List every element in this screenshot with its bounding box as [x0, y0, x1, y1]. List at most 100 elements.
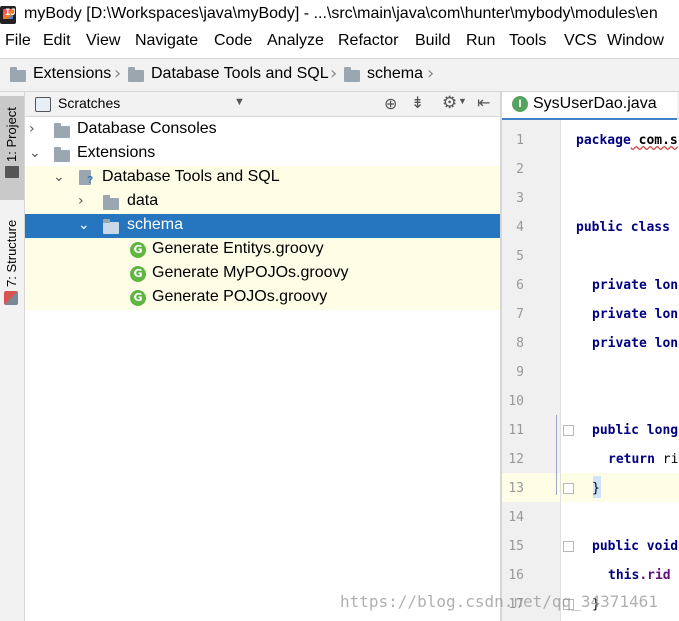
code-line: private lon [592, 307, 678, 322]
chevron-down-icon[interactable]: ▼ [234, 96, 245, 108]
tree-item-label: Database Tools and SQL [102, 168, 280, 185]
line-number: 11 [508, 423, 524, 438]
view-selector-label[interactable]: Scratches [58, 95, 120, 111]
project-tree: › Database Consoles ⌄ Extensions ⌄ ? Dat… [25, 117, 500, 621]
menu-navigate[interactable]: Navigate [135, 32, 198, 50]
menu-bar: File Edit View Navigate Code Analyze Ref… [0, 30, 679, 56]
breadcrumb-separator-icon: › [330, 63, 338, 84]
intellij-app-icon: IJ [0, 6, 16, 24]
tree-item-generate-pojos[interactable]: G Generate POJOs.groovy [25, 286, 500, 310]
tree-item-label: Generate POJOs.groovy [152, 288, 328, 305]
chevron-down-icon[interactable]: ⌄ [78, 217, 90, 233]
editor-tab-label: SysUserDao.java [533, 95, 657, 112]
chevron-right-icon[interactable]: › [29, 121, 35, 137]
menu-window[interactable]: Window [607, 32, 664, 50]
folder-icon [10, 67, 26, 82]
code-line: private lon [592, 336, 678, 351]
breadcrumb-database-tools[interactable]: Database Tools and SQL [151, 65, 329, 83]
code-keyword: package [576, 133, 631, 148]
gear-icon[interactable]: ⚙ [442, 93, 457, 113]
chevron-down-icon[interactable]: ⌄ [29, 145, 41, 161]
locate-icon[interactable]: ⊕ [384, 94, 397, 114]
menu-view[interactable]: View [86, 32, 120, 50]
tree-item-generate-mypojos[interactable]: G Generate MyPOJOs.groovy [25, 262, 500, 286]
tree-item-extensions[interactable]: ⌄ Extensions [25, 142, 500, 166]
code-text: ri [654, 452, 679, 467]
line-number: 16 [508, 568, 524, 583]
tree-item-label: Extensions [77, 144, 156, 161]
code-keyword: private lon [592, 278, 679, 293]
folder-icon [344, 67, 360, 82]
menu-analyze[interactable]: Analyze [267, 32, 324, 50]
structure-tab-label: 7: Structure [4, 219, 19, 287]
tree-item-generate-entitys[interactable]: G Generate Entitys.groovy [25, 238, 500, 262]
fold-marker-icon[interactable] [563, 425, 574, 436]
interface-file-icon: I [512, 96, 528, 112]
title-bar: IJ myBody [D:\Workspaces\java\myBody] - … [0, 0, 679, 30]
code-keyword: public class [576, 220, 670, 235]
menu-build[interactable]: Build [415, 32, 451, 50]
menu-edit[interactable]: Edit [43, 32, 71, 50]
line-number: 7 [516, 307, 524, 322]
line-number: 9 [516, 365, 524, 380]
line-number: 10 [508, 394, 524, 409]
collapse-all-icon[interactable]: ⇟ [411, 93, 424, 113]
line-number: 13 [508, 481, 524, 496]
breadcrumb-separator-icon: › [427, 63, 435, 84]
menu-code[interactable]: Code [214, 32, 252, 50]
window-title: myBody [D:\Workspaces\java\myBody] - ...… [24, 5, 658, 22]
line-number: 3 [516, 191, 524, 206]
project-tab-label: 1: Project [4, 107, 19, 162]
code-line: private lon [592, 278, 678, 293]
folder-icon [128, 67, 144, 82]
menu-vcs[interactable]: VCS [564, 32, 597, 50]
menu-tools[interactable]: Tools [509, 32, 546, 50]
line-number: 8 [516, 336, 524, 351]
project-panel-header: Scratches ▼ ⊕ ⇟ ⚙ ▼ ⇤ [25, 92, 500, 117]
groovy-file-icon: G [130, 266, 146, 282]
menu-run[interactable]: Run [466, 32, 495, 50]
code-keyword: public long [592, 423, 679, 438]
folder-icon [54, 147, 70, 162]
line-number: 1 [516, 133, 524, 148]
current-line-highlight [561, 473, 679, 502]
folder-icon [54, 123, 70, 138]
chevron-down-icon[interactable]: ▼ [458, 96, 467, 106]
fold-marker-icon[interactable] [563, 541, 574, 552]
chevron-right-icon[interactable]: › [78, 193, 84, 209]
tree-item-database-tools[interactable]: ⌄ ? Database Tools and SQL [25, 166, 500, 190]
tree-item-label: Database Consoles [77, 120, 217, 137]
tree-item-data[interactable]: › data [25, 190, 500, 214]
folder-icon [103, 219, 119, 234]
line-number: 14 [508, 510, 524, 525]
fold-marker-icon[interactable] [563, 483, 574, 494]
breadcrumb-separator-icon: › [114, 63, 122, 84]
tree-item-database-consoles[interactable]: › Database Consoles [25, 118, 500, 142]
tree-item-label: data [127, 192, 159, 209]
line-number: 2 [516, 162, 524, 177]
line-number: 6 [516, 278, 524, 293]
tree-item-schema[interactable]: ⌄ schema [25, 214, 500, 238]
code-line: public void [592, 539, 678, 554]
watermark: https://blog.csdn.net/qq_34371461 [340, 592, 658, 611]
tree-item-label: schema [127, 216, 184, 233]
app-icon-letters: IJ [5, 8, 16, 18]
code-line: } [592, 481, 600, 496]
chevron-down-icon[interactable]: ⌄ [53, 169, 65, 185]
code-text: .rid [639, 568, 671, 583]
tool-tab-project[interactable]: 1: Project [0, 96, 24, 200]
menu-refactor[interactable]: Refactor [338, 32, 398, 50]
menu-file[interactable]: File [5, 32, 31, 50]
groovy-file-icon: G [130, 242, 146, 258]
line-number: 15 [508, 539, 524, 554]
question-mark-icon: ? [87, 175, 94, 186]
breadcrumb: Extensions › Database Tools and SQL › sc… [0, 58, 679, 92]
code-text: com.s [630, 133, 678, 148]
hide-panel-icon[interactable]: ⇤ [477, 93, 490, 113]
breadcrumb-extensions[interactable]: Extensions [33, 65, 111, 83]
line-number: 12 [508, 452, 524, 467]
code-keyword: return [608, 452, 655, 467]
breadcrumb-schema[interactable]: schema [367, 65, 423, 83]
code-line: public class [576, 220, 670, 235]
tool-tab-structure[interactable]: 7: Structure [0, 213, 24, 313]
